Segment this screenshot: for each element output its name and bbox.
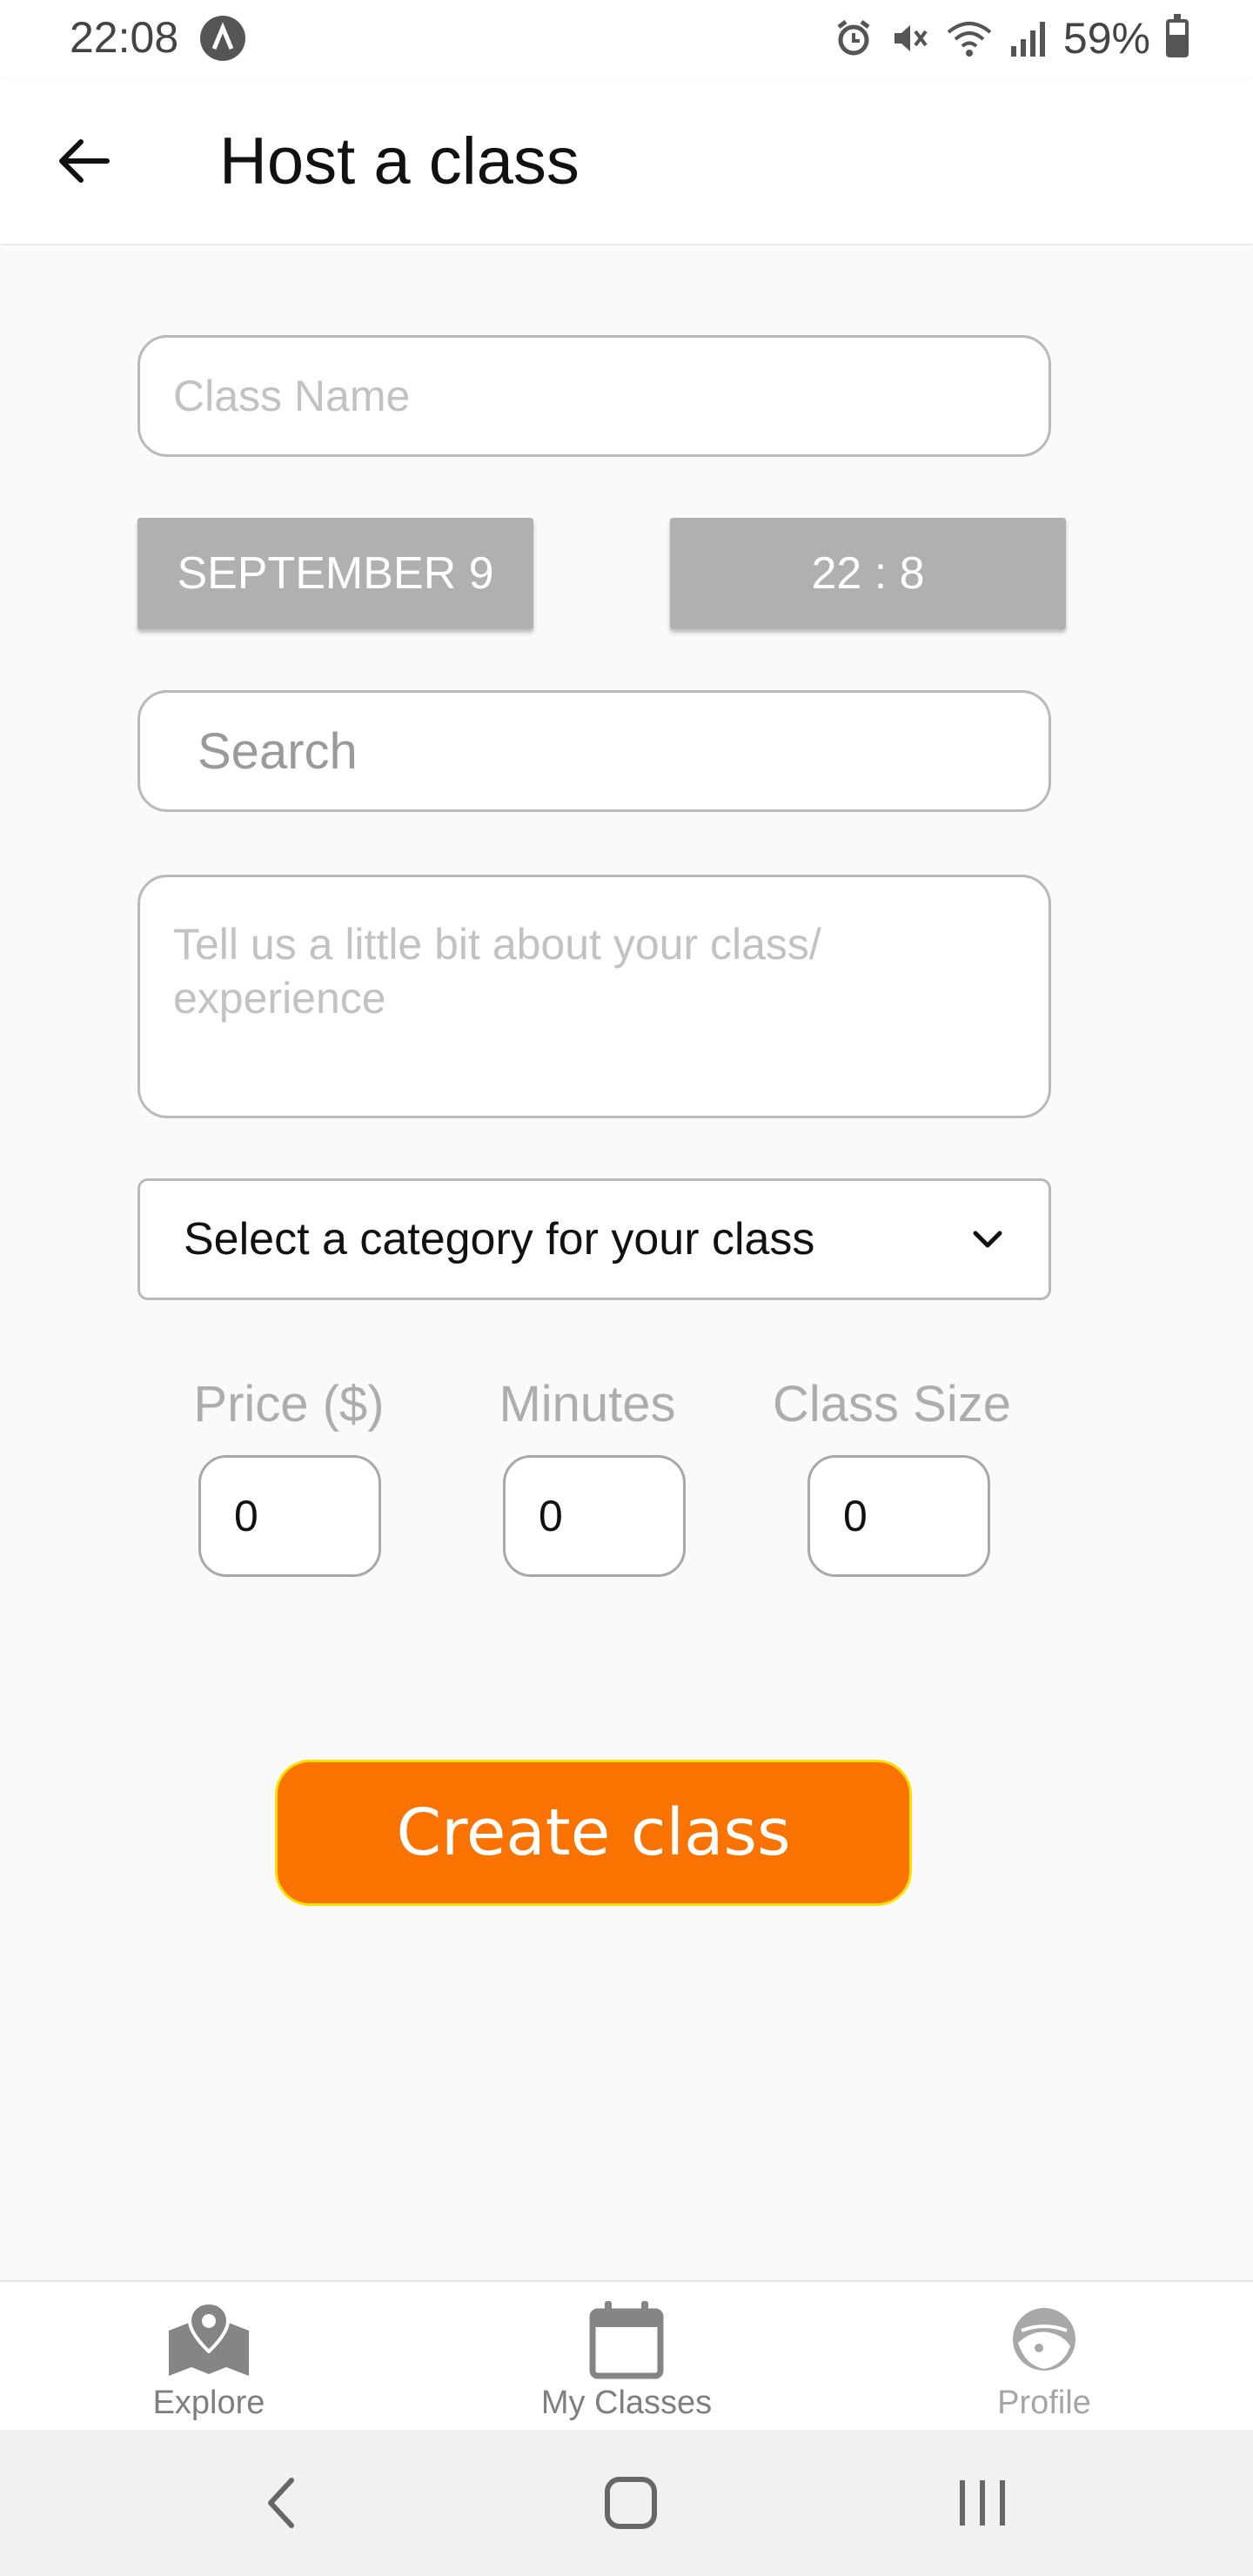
time-picker-button[interactable]: 22 : 8 <box>670 518 1066 629</box>
tab-profile[interactable]: Profile <box>888 2282 1201 2432</box>
calendar-icon <box>587 2298 666 2381</box>
page-title: Host a class <box>219 124 580 198</box>
app-notification-icon <box>200 16 245 61</box>
system-nav-bar <box>0 2430 1253 2576</box>
tab-explore[interactable]: Explore <box>52 2282 365 2432</box>
price-input[interactable] <box>198 1455 381 1577</box>
app-bar: Host a class <box>0 78 1253 244</box>
profile-icon <box>1009 2298 1079 2381</box>
battery-icon <box>1166 14 1189 57</box>
chevron-left-icon <box>268 2478 294 2528</box>
system-home-button[interactable] <box>592 2468 670 2538</box>
date-picker-button[interactable]: SEPTEMBER 9 <box>137 518 533 629</box>
tab-profile-label: Profile <box>997 2385 1091 2421</box>
back-arrow-icon <box>59 139 110 183</box>
map-pin-icon <box>165 2298 252 2381</box>
minutes-input[interactable] <box>503 1455 686 1577</box>
price-label: Price ($) <box>193 1376 385 1432</box>
signal-icon <box>1010 22 1045 57</box>
wifi-icon <box>947 22 992 57</box>
alarm-icon <box>837 20 870 56</box>
tab-explore-label: Explore <box>152 2385 265 2421</box>
category-select-label: Select a category for your class <box>184 1214 815 1265</box>
search-input[interactable] <box>137 690 1051 812</box>
chevron-down-icon <box>973 1231 1002 1248</box>
system-recents-button[interactable] <box>943 2468 1022 2538</box>
back-button[interactable] <box>44 122 122 200</box>
class-size-input[interactable] <box>807 1455 990 1577</box>
class-size-label: Class Size <box>773 1376 1011 1432</box>
home-square-icon <box>605 2477 657 2529</box>
mute-icon <box>894 25 928 51</box>
category-select[interactable]: Select a category for your class <box>137 1178 1051 1300</box>
status-bar: 22:08 59% <box>0 0 1253 78</box>
minutes-label: Minutes <box>499 1376 676 1432</box>
battery-percent: 59% <box>1062 14 1150 63</box>
status-time: 22:08 <box>70 13 179 62</box>
class-description-input[interactable] <box>137 875 1051 1118</box>
tab-my-classes-label: My Classes <box>540 2385 713 2421</box>
tab-my-classes[interactable]: My Classes <box>470 2282 783 2432</box>
system-back-button[interactable] <box>242 2468 320 2538</box>
class-name-input[interactable] <box>137 335 1051 457</box>
recents-icon <box>960 2480 1005 2526</box>
create-class-button[interactable]: Create class <box>275 1760 912 1906</box>
host-class-form: SEPTEMBER 9 22 : 8 Select a category for… <box>0 245 1253 2280</box>
bottom-tab-bar: Explore My Classes Profile <box>0 2280 1253 2430</box>
status-icons: 59% <box>834 12 1189 64</box>
